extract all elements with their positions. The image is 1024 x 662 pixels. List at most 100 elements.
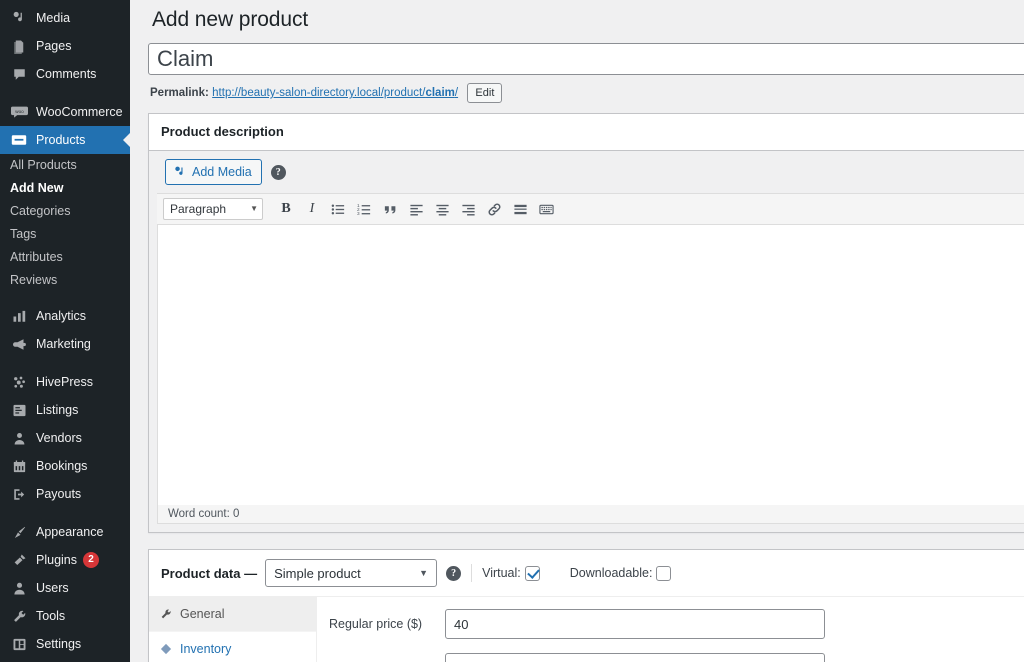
product-title-input[interactable] <box>148 43 1024 76</box>
tab-general[interactable]: General <box>149 597 316 633</box>
sidebar-item-label: Users <box>36 581 69 595</box>
product-data-header: Product data — Simple product ▼ ? Virtua… <box>149 550 1024 598</box>
sidebar-item-plugins[interactable]: Plugins 2 <box>0 546 130 574</box>
tab-inventory[interactable]: Inventory <box>149 632 316 662</box>
align-left-icon[interactable] <box>403 197 429 221</box>
product-description-header: Product description <box>149 114 1024 152</box>
sidebar-item-label: Plugins <box>36 553 77 567</box>
sidebar-item-analytics[interactable]: Analytics <box>0 302 130 330</box>
sidebar-subitem-add-new[interactable]: Add New <box>0 177 130 200</box>
permalink-link[interactable]: http://beauty-salon-directory.local/prod… <box>212 87 458 99</box>
tools-icon <box>9 606 29 626</box>
sidebar-item-label: Analytics <box>36 309 87 323</box>
permalink-url-suffix: / <box>454 87 459 100</box>
regular-price-input[interactable] <box>445 609 825 640</box>
sidebar-subitem-all-products[interactable]: All Products <box>0 154 130 177</box>
svg-text:woo: woo <box>15 109 24 114</box>
align-center-icon[interactable] <box>429 197 455 221</box>
product-description-heading: Product description <box>161 124 284 140</box>
bulleted-list-icon[interactable] <box>325 197 351 221</box>
editor-format-toolbar: Paragraph ▼ B I 1 2 3 <box>157 193 1024 226</box>
sidebar-item-tools[interactable]: Tools <box>0 602 130 630</box>
appearance-icon <box>9 522 29 542</box>
editor-content-area[interactable] <box>157 225 1024 506</box>
sidebar-item-vendors[interactable]: Vendors <box>0 424 130 452</box>
regular-price-label: Regular price ($) <box>329 617 423 632</box>
sidebar-item-pages[interactable]: Pages <box>0 32 130 60</box>
link-icon[interactable] <box>481 197 507 221</box>
regular-price-field: Regular price ($) <box>317 609 1024 640</box>
read-more-icon[interactable] <box>507 197 533 221</box>
virtual-checkbox[interactable] <box>524 565 540 581</box>
sidebar-item-label: Appearance <box>36 525 104 539</box>
sidebar-item-label: Pages <box>36 39 72 53</box>
page-title: Add new product <box>152 8 309 31</box>
sale-price-input[interactable] <box>445 653 825 662</box>
sidebar-subitem-categories[interactable]: Categories <box>0 200 130 223</box>
add-media-button[interactable]: Add Media <box>165 159 262 186</box>
product-data-heading: Product data — <box>161 565 258 581</box>
product-data-body: General Inventory Regular price ($) 40 <box>149 597 1024 662</box>
payouts-icon <box>9 484 29 504</box>
numbered-list-icon[interactable]: 1 2 3 <box>351 197 377 221</box>
product-description-box: Product description Add Media ? Paragrap… <box>148 113 1024 534</box>
sidebar-item-label: Media <box>36 11 71 25</box>
settings-icon <box>9 634 29 654</box>
sidebar-subitem-attributes[interactable]: Attributes <box>0 246 130 269</box>
permalink-url-prefix: http://beauty-salon-directory.local/prod… <box>212 87 426 100</box>
vendors-icon <box>9 428 29 448</box>
pages-icon <box>9 36 29 56</box>
sidebar-item-woocommerce[interactable]: woo WooCommerce <box>0 98 130 126</box>
sale-price-field: Sale price ($) <box>317 653 1024 662</box>
blockquote-icon[interactable] <box>377 197 403 221</box>
permalink-edit-button[interactable]: Edit <box>467 83 503 104</box>
sidebar-item-hivepress[interactable]: HivePress <box>0 368 130 396</box>
sidebar-subitem-reviews[interactable]: Reviews <box>0 269 130 292</box>
sidebar-item-marketing[interactable]: Marketing <box>0 330 130 358</box>
marketing-icon <box>9 334 29 354</box>
sidebar-item-bookings[interactable]: Bookings <box>0 452 130 480</box>
paragraph-format-value: Paragraph <box>170 202 227 217</box>
sidebar-item-appearance[interactable]: Appearance <box>0 518 130 546</box>
hivepress-icon <box>9 372 29 392</box>
sidebar-item-media[interactable]: Media <box>0 4 130 32</box>
product-data-tabs: General Inventory <box>149 597 317 662</box>
help-icon[interactable]: ? <box>446 565 462 581</box>
media-icon <box>173 165 187 179</box>
sidebar-item-users[interactable]: Users <box>0 574 130 602</box>
product-data-box: Product data — Simple product ▼ ? Virtua… <box>148 549 1024 662</box>
sidebar-subitem-tags[interactable]: Tags <box>0 223 130 246</box>
sidebar-separator <box>0 292 130 302</box>
sidebar-item-label: Payouts <box>36 487 82 501</box>
sidebar-item-listings[interactable]: Listings <box>0 396 130 424</box>
permalink-label: Permalink: <box>150 87 209 100</box>
sidebar-item-label: Marketing <box>36 337 91 351</box>
sidebar-item-comments[interactable]: Comments <box>0 60 130 88</box>
editor-wrapper: Add Media ? Paragraph ▼ B I 1 2 3 Word c… <box>149 151 1024 533</box>
product-type-select[interactable]: Simple product ▼ <box>265 559 438 588</box>
media-icon <box>9 8 29 28</box>
main-content: Add new product Permalink: http://beauty… <box>130 0 1024 662</box>
toolbar-toggle-icon[interactable] <box>533 197 559 221</box>
help-icon[interactable]: ? <box>270 164 286 180</box>
sidebar-item-settings[interactable]: Settings <box>0 630 130 658</box>
sidebar-separator <box>0 508 130 518</box>
plugins-update-badge: 2 <box>83 552 99 568</box>
sidebar-item-products[interactable]: Products <box>0 126 130 154</box>
users-icon <box>9 578 29 598</box>
sidebar-item-label: Settings <box>36 637 82 651</box>
title-field-wrapper <box>148 43 1024 76</box>
paragraph-format-select[interactable]: Paragraph ▼ <box>163 198 263 221</box>
italic-icon[interactable]: I <box>299 197 325 221</box>
sidebar-item-payouts[interactable]: Payouts <box>0 480 130 508</box>
sidebar-separator <box>0 358 130 368</box>
virtual-label: Virtual: <box>482 566 521 581</box>
downloadable-checkbox[interactable] <box>656 565 672 581</box>
chevron-down-icon: ▼ <box>250 204 258 214</box>
plugins-icon <box>9 550 29 570</box>
editor-word-count: Word count: 0 <box>157 505 1024 525</box>
bold-icon[interactable]: B <box>273 197 299 221</box>
admin-screen: Media Pages Comments woo WooCommerce Pro… <box>0 0 1024 662</box>
bookings-icon <box>9 456 29 476</box>
align-right-icon[interactable] <box>455 197 481 221</box>
